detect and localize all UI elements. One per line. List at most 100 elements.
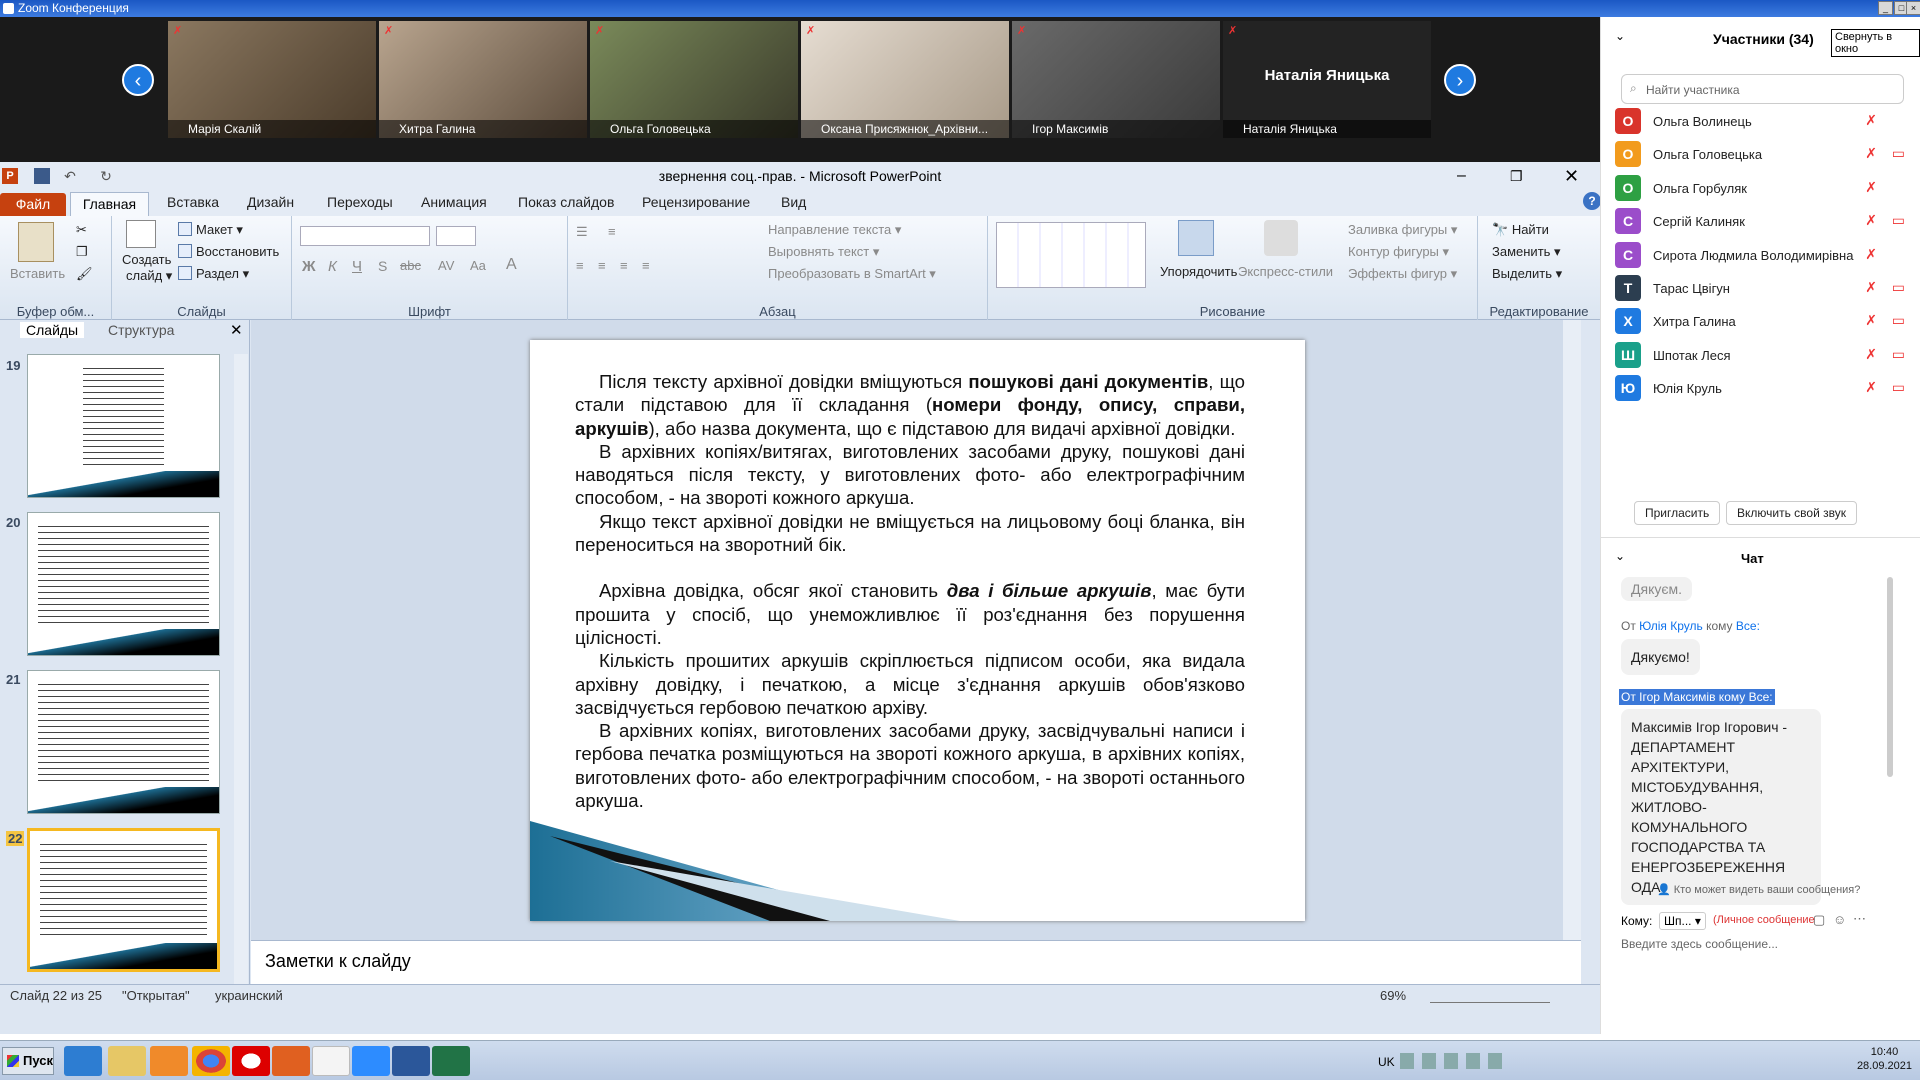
shape-outline-button[interactable]: Контур фигуры ▾ [1348,244,1449,260]
camera-off-icon[interactable]: ▭ [1892,145,1905,162]
mic-muted-icon[interactable]: ✗ [1865,379,1877,396]
camera-off-icon[interactable]: ▭ [1892,346,1905,363]
word-icon[interactable] [392,1046,430,1076]
help-icon[interactable]: ? [1583,192,1601,210]
find-button[interactable]: 🔭 Найти [1492,222,1549,238]
mic-muted-icon[interactable]: ✗ [1865,212,1877,229]
new-slide-dropdown[interactable]: слайд ▾ [126,268,172,284]
editor-scrollbar[interactable] [1563,320,1581,940]
numbering-icon[interactable]: ≡ [608,224,616,239]
mic-muted-icon[interactable]: ✗ [1865,346,1877,363]
prev-page-button[interactable]: ‹ [122,64,154,96]
shape-fill-button[interactable]: Заливка фигуры ▾ [1348,222,1457,238]
chat-recipient[interactable]: Все: [1736,619,1760,633]
minimize-button[interactable]: _ [1878,1,1893,15]
close-panel-icon[interactable]: ✕ [230,321,243,339]
more-icon[interactable]: ⋯ [1853,911,1866,927]
tab-design[interactable]: Дизайн [247,194,294,210]
slide-text[interactable]: Після тексту архівної довідки вміщуються… [575,370,1245,812]
video-tile[interactable]: ✗ Ольга Головецька [590,21,798,138]
tab-insert[interactable]: Вставка [167,194,219,210]
mic-muted-icon[interactable]: ✗ [1865,312,1877,329]
reset-button[interactable]: Восстановить [178,244,279,259]
shapes-gallery[interactable] [996,222,1146,288]
align-center-icon[interactable]: ≡ [598,258,606,273]
current-slide[interactable]: Після тексту архівної довідки вміщуються… [530,340,1305,921]
redo-icon[interactable]: ↻ [98,168,114,184]
bold-icon[interactable]: Ж [302,258,316,275]
participant-row[interactable]: Ю Юлія Круль ✗ ▭ [1615,372,1905,406]
ie-icon[interactable] [64,1046,102,1076]
select-button[interactable]: Выделить ▾ [1492,266,1562,282]
ppt-close-button[interactable]: ✕ [1564,162,1579,190]
video-tile[interactable]: ✗ Хитра Галина [379,21,587,138]
tab-file[interactable]: Файл [0,193,66,216]
chat-scrollbar[interactable] [1887,577,1893,777]
layout-button[interactable]: Макет ▾ [178,222,243,238]
popout-button[interactable]: Свернуть в окно [1831,29,1920,57]
video-tile[interactable]: ✗ Ігор Максимів [1012,21,1220,138]
spacing-icon[interactable]: AV [438,258,454,273]
section-button[interactable]: Раздел ▾ [178,266,249,282]
shape-effects-button[interactable]: Эффекты фигур ▾ [1348,266,1457,282]
excel-icon[interactable] [432,1046,470,1076]
slide-thumbnail[interactable] [27,354,220,498]
tab-slideshow[interactable]: Показ слайдов [518,194,614,210]
chat-sender[interactable]: Юлія Круль [1639,619,1703,633]
font-color-icon[interactable]: A [506,256,517,274]
slide-thumbnail-selected[interactable] [27,828,220,972]
participant-search[interactable]: ⌕ Найти участника [1621,74,1904,104]
camera-off-icon[interactable]: ▭ [1892,379,1905,396]
mic-muted-icon[interactable]: ✗ [1865,179,1877,196]
participant-row[interactable]: Т Тарас Цвігун ✗ ▭ [1615,272,1905,306]
zoom-taskbar-icon[interactable] [352,1046,390,1076]
next-page-button[interactable]: › [1444,64,1476,96]
mic-muted-icon[interactable]: ✗ [1865,112,1877,129]
shadow-icon[interactable]: S [378,258,387,274]
file-icon[interactable]: ▢ [1813,912,1825,928]
case-icon[interactable]: Aa [470,258,486,273]
tab-home[interactable]: Главная [70,192,149,218]
video-tile[interactable]: ✗ Оксана Присяжнюк_Архівни... [801,21,1009,138]
paste-button[interactable]: Вставить [10,266,65,281]
mic-muted-icon[interactable]: ✗ [1865,246,1877,263]
participant-row[interactable]: О Ольга Головецька ✗ ▭ [1615,138,1905,172]
italic-icon[interactable]: К [328,258,337,275]
align-left-icon[interactable]: ≡ [576,258,584,273]
app-icon[interactable] [272,1046,310,1076]
tab-transitions[interactable]: Переходы [327,194,393,210]
chat-visibility-link[interactable]: 👤 Кто может видеть ваши сообщения? [1657,883,1860,896]
document-icon[interactable] [312,1046,350,1076]
align-text-button[interactable]: Выровнять текст ▾ [768,244,879,260]
undo-icon[interactable]: ↶ [62,168,78,184]
camera-off-icon[interactable]: ▭ [1892,312,1905,329]
replace-button[interactable]: Заменить ▾ [1492,244,1561,260]
new-slide-button[interactable]: Создать [122,252,171,267]
thumbnail-scrollbar[interactable] [234,354,248,984]
slide-thumbnail[interactable] [27,670,220,814]
ppt-restore-button[interactable]: ❐ [1510,162,1523,190]
copy-icon[interactable]: ❐ [76,244,88,260]
tab-view[interactable]: Вид [781,194,806,210]
save-icon[interactable] [34,168,50,184]
participant-row[interactable]: С Сирота Людмила Володимирівна ✗ [1615,239,1905,273]
participant-row[interactable]: О Ольга Горбуляк ✗ [1615,172,1905,206]
notes-pane[interactable]: Заметки к слайду [251,940,1581,984]
mic-muted-icon[interactable]: ✗ [1865,279,1877,296]
participant-row[interactable]: О Ольга Волинець ✗ [1615,105,1905,139]
chat-input[interactable]: Введите здесь сообщение... [1621,937,1901,961]
quick-styles-button[interactable]: Экспресс-стили [1238,264,1333,279]
ppt-minimize-button[interactable]: – [1457,162,1466,190]
text-direction-button[interactable]: Направление текста ▾ [768,222,901,238]
chrome-icon[interactable] [192,1046,230,1076]
arrange-button[interactable]: Упорядочить [1160,264,1237,279]
tray-icons[interactable] [1400,1053,1510,1069]
justify-icon[interactable]: ≡ [642,258,650,273]
underline-icon[interactable]: Ч [352,258,362,275]
clock[interactable]: 10:40 28.09.2021 [1857,1045,1912,1073]
format-painter-icon[interactable]: 🖌 [76,266,93,282]
unmute-button[interactable]: Включить свой звук [1726,501,1857,525]
collapse-participants-icon[interactable]: ⌄ [1615,29,1625,43]
align-right-icon[interactable]: ≡ [620,258,628,273]
tab-animation[interactable]: Анимация [421,194,487,210]
